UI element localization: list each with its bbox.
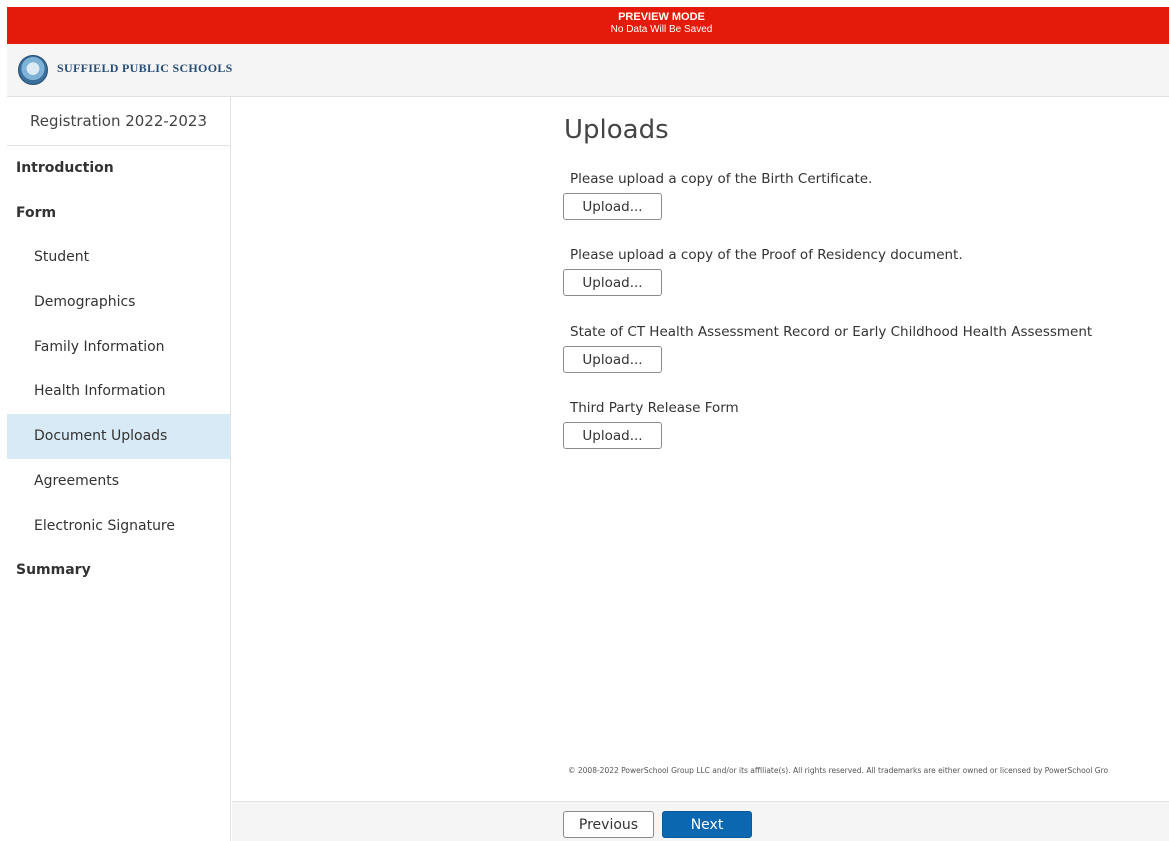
sidebar-item-agreements[interactable]: Agreements: [7, 459, 230, 504]
next-button[interactable]: Next: [662, 811, 752, 838]
upload-label: Please upload a copy of the Proof of Res…: [570, 247, 963, 263]
sidebar-item-form[interactable]: Form: [7, 191, 230, 236]
sidebar-item-demographics[interactable]: Demographics: [7, 280, 230, 325]
sidebar-item-introduction[interactable]: Introduction: [7, 146, 230, 191]
sidebar-item-electronic-signature[interactable]: Electronic Signature: [7, 504, 230, 549]
footer-navigation: Previous Next: [232, 801, 1169, 841]
upload-health-assessment-button[interactable]: Upload...: [563, 346, 662, 373]
upload-birth-certificate: Please upload a copy of the Birth Certif…: [563, 170, 1123, 220]
upload-label: Third Party Release Form: [570, 400, 739, 416]
page: PREVIEW MODE No Data Will Be Saved SUFFI…: [0, 0, 1169, 841]
upload-health-assessment: State of CT Health Assessment Record or …: [563, 323, 1123, 373]
sidebar: Registration 2022-2023 Introduction Form…: [7, 97, 231, 841]
page-title: Uploads: [564, 115, 669, 145]
upload-label: Please upload a copy of the Birth Certif…: [570, 171, 873, 187]
sidebar-item-student[interactable]: Student: [7, 235, 230, 280]
sidebar-item-summary[interactable]: Summary: [7, 548, 230, 593]
upload-third-party-release: Third Party Release Form Upload...: [563, 399, 1123, 449]
preview-mode-subtitle: No Data Will Be Saved: [610, 24, 713, 35]
sidebar-item-family-information[interactable]: Family Information: [7, 325, 230, 370]
school-name: SUFFIELD PUBLIC SCHOOLS: [57, 61, 233, 75]
school-seal-logo-icon: [18, 55, 48, 85]
copyright-notice: © 2008-2022 PowerSchool Group LLC and/or…: [568, 766, 1109, 775]
upload-third-party-release-button[interactable]: Upload...: [563, 422, 662, 449]
main-content: Uploads Please upload a copy of the Birt…: [232, 97, 1169, 841]
upload-label: State of CT Health Assessment Record or …: [570, 324, 1093, 340]
upload-birth-certificate-button[interactable]: Upload...: [563, 193, 662, 220]
preview-mode-title: PREVIEW MODE: [618, 11, 705, 23]
sidebar-title: Registration 2022-2023: [7, 97, 230, 146]
sidebar-item-document-uploads[interactable]: Document Uploads: [7, 414, 230, 459]
header: SUFFIELD PUBLIC SCHOOLS: [7, 44, 1169, 97]
upload-proof-of-residency: Please upload a copy of the Proof of Res…: [563, 246, 1123, 296]
upload-proof-of-residency-button[interactable]: Upload...: [563, 269, 662, 296]
preview-mode-banner: PREVIEW MODE No Data Will Be Saved: [7, 7, 1169, 44]
sidebar-item-health-information[interactable]: Health Information: [7, 369, 230, 414]
previous-button[interactable]: Previous: [563, 811, 654, 838]
